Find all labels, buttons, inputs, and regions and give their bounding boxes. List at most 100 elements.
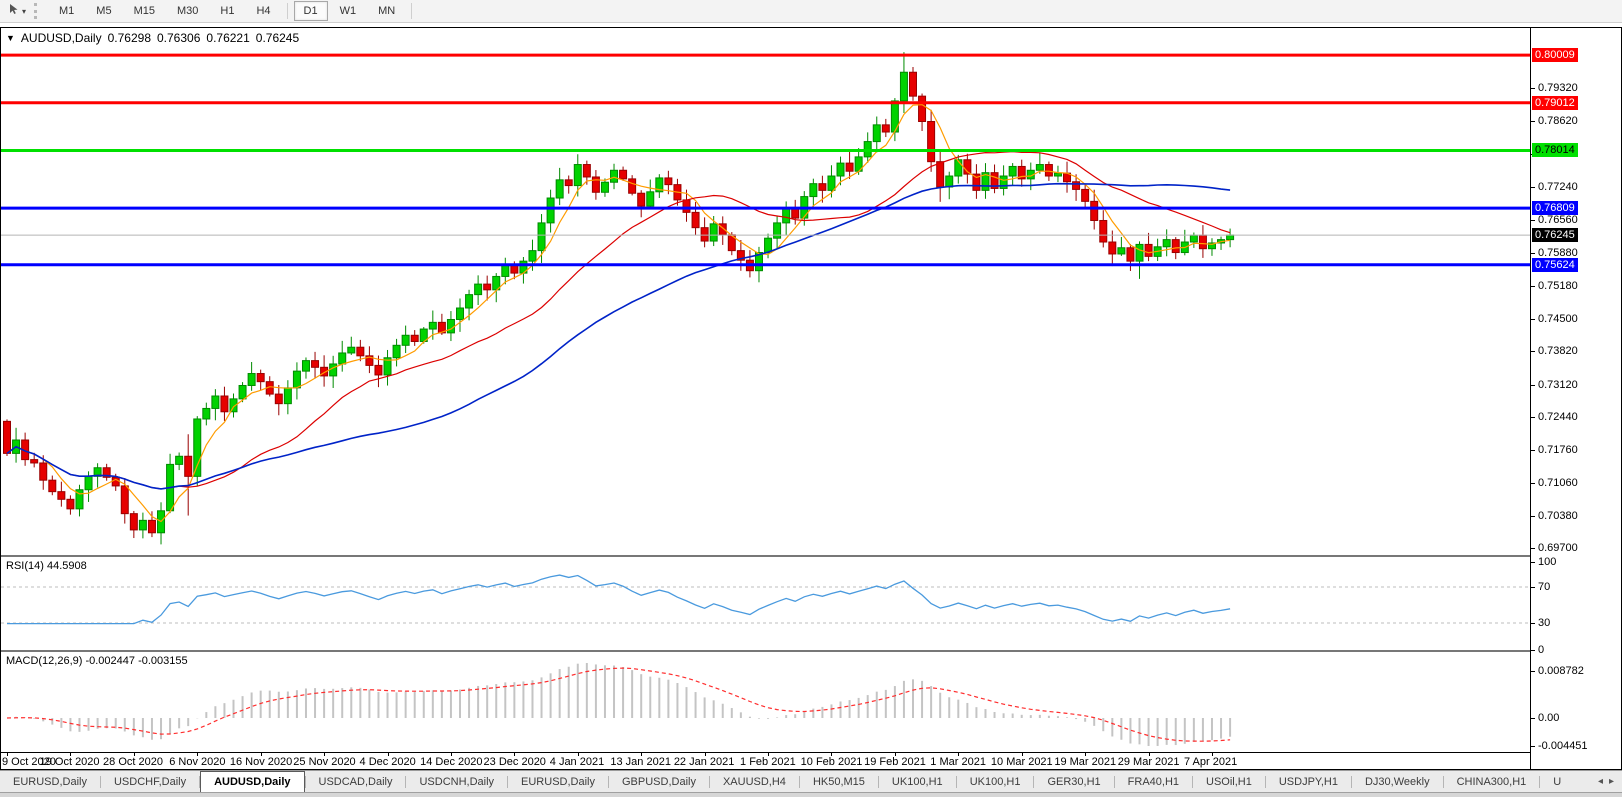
- date-label: 19 Mar 2021: [1054, 756, 1116, 768]
- date-label: 6 Nov 2020: [169, 756, 225, 768]
- axis-tick: [1531, 516, 1535, 517]
- axis-tick: [1531, 718, 1535, 719]
- macd-tick-label: 0.00: [1538, 712, 1559, 724]
- hline-price-flag: 0.79012: [1532, 96, 1578, 110]
- price-tick-label: 0.75180: [1538, 280, 1578, 292]
- axis-tick: [1531, 121, 1535, 122]
- tab-eurusd-daily[interactable]: EURUSD,Daily: [0, 771, 100, 792]
- price-axis[interactable]: 0.793200.786200.779400.772400.765600.758…: [1531, 28, 1621, 769]
- tab-uk100-h1[interactable]: UK100,H1: [879, 771, 956, 792]
- axis-tick: [1531, 385, 1535, 386]
- axis-tick: [1531, 286, 1535, 287]
- trading-terminal: ▾ M1M5M15M30H1H4 D1W1MN ▼ AUDUSD,Daily 0.…: [0, 0, 1622, 797]
- tab-fra40-h1[interactable]: FRA40,H1: [1115, 771, 1192, 792]
- tab-uk100-h1[interactable]: UK100,H1: [957, 771, 1034, 792]
- tab-usoil-h1[interactable]: USOil,H1: [1193, 771, 1265, 792]
- macd-chart[interactable]: [1, 652, 1530, 752]
- candlestick-chart[interactable]: [1, 28, 1530, 555]
- timeframe-button-MN[interactable]: MN: [368, 1, 405, 21]
- price-tick-label: 0.70380: [1538, 510, 1578, 522]
- tab-ger30-h1[interactable]: GER30,H1: [1034, 771, 1113, 792]
- axis-tick: [1531, 220, 1535, 221]
- date-label: 14 Dec 2020: [420, 756, 482, 768]
- rsi-indicator-label: RSI(14) 44.5908: [6, 560, 87, 572]
- timeframe-button-W1[interactable]: W1: [330, 1, 367, 21]
- price-tick-label: 0.76560: [1538, 214, 1578, 226]
- timeframe-toolbar: ▾ M1M5M15M30H1H4 D1W1MN: [0, 0, 1622, 23]
- rsi-chart[interactable]: [1, 557, 1530, 650]
- macd-pane[interactable]: MACD(12,26,9) -0.002447 -0.003155: [1, 652, 1530, 752]
- price-tick-label: 0.75880: [1538, 247, 1578, 259]
- rsi-tick-label: 0: [1538, 644, 1544, 656]
- macd-indicator-label: MACD(12,26,9) -0.002447 -0.003155: [6, 655, 188, 667]
- date-label: 1 Feb 2021: [740, 756, 796, 768]
- axis-tick: [1531, 623, 1535, 624]
- macd-tick-label: 0.008782: [1538, 665, 1584, 677]
- axis-tick: [1531, 351, 1535, 352]
- price-tick-label: 0.72440: [1538, 411, 1578, 423]
- rsi-tick-label: 30: [1538, 617, 1550, 629]
- axis-tick: [1531, 483, 1535, 484]
- tab-china300-h1[interactable]: CHINA300,H1: [1444, 771, 1540, 792]
- timeframe-buttons: M1M5M15M30H1H4 D1W1MN: [48, 1, 406, 21]
- toolbar-drag-grip[interactable]: [34, 3, 41, 19]
- toolbar-separator: [287, 3, 288, 19]
- axis-tick: [1531, 548, 1535, 549]
- tab-scroll-left-icon[interactable]: ◂: [1598, 776, 1603, 787]
- timeframe-button-M15[interactable]: M15: [124, 1, 165, 21]
- axis-tick: [1531, 450, 1535, 451]
- axis-tick: [1531, 650, 1535, 651]
- date-label: 4 Dec 2020: [360, 756, 416, 768]
- date-label: 1 Mar 2021: [930, 756, 986, 768]
- tab-usdjpy-h1[interactable]: USDJPY,H1: [1266, 771, 1351, 792]
- tab-usdcnh-daily[interactable]: USDCNH,Daily: [406, 771, 507, 792]
- tab-dj30-weekly[interactable]: DJ30,Weekly: [1352, 771, 1443, 792]
- chart-panes: ▼ AUDUSD,Daily 0.76298 0.76306 0.76221 0…: [1, 28, 1531, 769]
- date-label: 25 Nov 2020: [293, 756, 355, 768]
- timeframe-button-D1[interactable]: D1: [294, 1, 328, 21]
- axis-tick: [1531, 417, 1535, 418]
- tab-eurusd-daily[interactable]: EURUSD,Daily: [508, 771, 608, 792]
- crosshair-tool-button[interactable]: ▾: [4, 0, 30, 22]
- collapse-triangle-icon[interactable]: ▼: [6, 33, 15, 43]
- quote-low: 0.76221: [206, 31, 249, 45]
- date-label: 16 Nov 2020: [230, 756, 292, 768]
- tab-xauusd-h4[interactable]: XAUUSD,H4: [710, 771, 799, 792]
- price-tick-label: 0.77240: [1538, 181, 1578, 193]
- date-label: 13 Jan 2021: [610, 756, 671, 768]
- axis-tick: [1531, 746, 1535, 747]
- chart-window: ▼ AUDUSD,Daily 0.76298 0.76306 0.76221 0…: [0, 27, 1622, 770]
- tab-scroll-right-icon[interactable]: ▸: [1609, 776, 1614, 787]
- rsi-tick-label: 100: [1538, 556, 1556, 568]
- date-label: 22 Jan 2021: [674, 756, 735, 768]
- hline-price-flag: 0.76809: [1532, 201, 1578, 215]
- hline-price-flag: 0.75624: [1532, 258, 1578, 272]
- axis-tick: [1531, 253, 1535, 254]
- tab-hk50-m15[interactable]: HK50,M15: [800, 771, 878, 792]
- axis-tick: [1531, 88, 1535, 89]
- symbol-tabbar: EURUSD,DailyUSDCHF,DailyAUDUSD,DailyUSDC…: [0, 770, 1622, 792]
- tab-scroll-controls: ◂ ▸: [1590, 771, 1622, 792]
- axis-tick: [1531, 671, 1535, 672]
- timeframe-button-H1[interactable]: H1: [210, 1, 244, 21]
- tab-u[interactable]: U: [1540, 771, 1574, 792]
- price-pane[interactable]: ▼ AUDUSD,Daily 0.76298 0.76306 0.76221 0…: [1, 28, 1530, 555]
- price-tick-label: 0.69700: [1538, 542, 1578, 554]
- chevron-down-icon: ▾: [22, 7, 26, 16]
- rsi-pane[interactable]: RSI(14) 44.5908: [1, 557, 1530, 650]
- date-label: 23 Dec 2020: [484, 756, 546, 768]
- price-tick-label: 0.73820: [1538, 345, 1578, 357]
- tab-usdchf-daily[interactable]: USDCHF,Daily: [101, 771, 199, 792]
- chart-title: ▼ AUDUSD,Daily 0.76298 0.76306 0.76221 0…: [6, 31, 299, 45]
- toolbar-separator: [411, 3, 412, 19]
- timeframe-button-H4[interactable]: H4: [246, 1, 280, 21]
- axis-tick: [1531, 319, 1535, 320]
- timeframe-button-M5[interactable]: M5: [86, 1, 121, 21]
- tab-audusd-daily[interactable]: AUDUSD,Daily: [200, 771, 304, 792]
- tab-gbpusd-daily[interactable]: GBPUSD,Daily: [609, 771, 709, 792]
- timeframe-button-M1[interactable]: M1: [49, 1, 84, 21]
- axis-tick: [1531, 187, 1535, 188]
- date-axis[interactable]: 9 Oct 202019 Oct 202028 Oct 20206 Nov 20…: [1, 752, 1530, 769]
- tab-usdcad-daily[interactable]: USDCAD,Daily: [306, 771, 406, 792]
- timeframe-button-M30[interactable]: M30: [167, 1, 208, 21]
